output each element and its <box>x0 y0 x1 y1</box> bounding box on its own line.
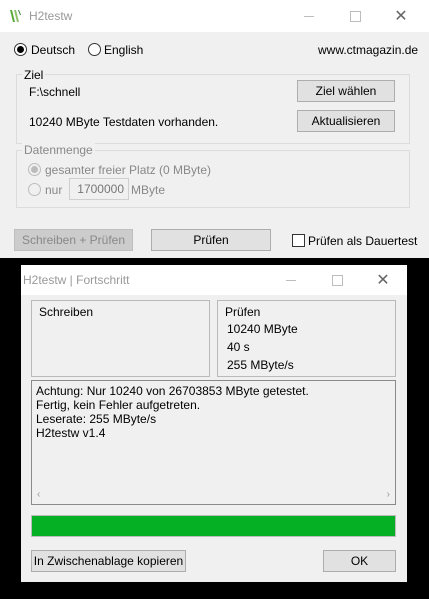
endless-test-checkbox[interactable] <box>292 234 305 247</box>
main-titlebar: H2testw ✕ <box>0 0 429 32</box>
refresh-button[interactable]: Aktualisieren <box>297 110 395 132</box>
write-verify-button[interactable]: Schreiben + Prüfen <box>14 229 133 251</box>
log-line: Fertig, kein Fehler aufgetreten. <box>36 398 201 412</box>
radio-english-label[interactable]: English <box>104 43 143 57</box>
website-label: www.ctmagazin.de <box>318 43 419 57</box>
radio-deutsch-label[interactable]: Deutsch <box>31 43 75 57</box>
main-window-title: H2testw <box>29 9 73 23</box>
minimize-button[interactable] <box>286 0 332 32</box>
progress-maximize-button[interactable] <box>314 265 360 295</box>
verify-time: 40 s <box>227 340 250 354</box>
progress-window: H2testw | Fortschritt ✕ Schreiben Prüfen… <box>21 265 407 582</box>
scroll-right-icon[interactable]: › <box>387 489 390 500</box>
radio-only-label[interactable]: nur <box>45 183 62 197</box>
data-amount-group-label: Datenmenge <box>22 143 95 157</box>
verify-button[interactable]: Prüfen <box>151 229 271 251</box>
amount-unit-label: MByte <box>131 183 166 197</box>
maximize-button[interactable] <box>332 0 378 32</box>
result-log[interactable]: Achtung: Nur 10240 von 26703853 MByte ge… <box>31 380 396 505</box>
radio-only[interactable] <box>28 183 41 196</box>
progress-window-title: H2testw | Fortschritt <box>23 273 130 287</box>
target-status: 10240 MByte Testdaten vorhanden. <box>29 115 219 129</box>
radio-all-free-space-label[interactable]: gesamter freier Platz (0 MByte) <box>45 163 211 177</box>
close-button[interactable]: ✕ <box>378 0 424 32</box>
verify-size: 10240 MByte <box>227 322 298 336</box>
radio-deutsch[interactable] <box>14 43 27 56</box>
log-line: Leserate: 255 MByte/s <box>36 412 157 426</box>
log-horizontal-scrollbar[interactable]: ‹ › <box>33 487 394 503</box>
write-panel: Schreiben <box>31 300 210 377</box>
scroll-left-icon[interactable]: ‹ <box>37 489 40 500</box>
write-panel-label: Schreiben <box>39 305 94 319</box>
amount-input[interactable]: 1700000 <box>69 178 129 200</box>
copy-to-clipboard-button[interactable]: In Zwischenablage kopieren <box>31 550 186 572</box>
verify-speed: 255 MByte/s <box>227 358 294 372</box>
ok-button[interactable]: OK <box>323 550 396 572</box>
log-line: Achtung: Nur 10240 von 26703853 MByte ge… <box>36 384 309 398</box>
progress-close-button[interactable]: ✕ <box>360 265 406 295</box>
log-line: H2testw v1.4 <box>36 426 106 440</box>
progress-titlebar: H2testw | Fortschritt ✕ <box>21 265 407 295</box>
verify-panel: Prüfen 10240 MByte 40 s 255 MByte/s <box>217 300 396 377</box>
verify-panel-label: Prüfen <box>225 305 261 319</box>
progress-bar-fill <box>32 516 395 536</box>
target-path: F:\schnell <box>29 85 81 99</box>
radio-all-free-space[interactable] <box>28 163 41 176</box>
progress-bar <box>31 515 396 537</box>
endless-test-label[interactable]: Prüfen als Dauertest <box>308 234 417 248</box>
select-target-button[interactable]: Ziel wählen <box>297 80 395 102</box>
main-window: H2testw ✕ Deutsch English www.ctmagazin.… <box>0 0 429 258</box>
radio-english[interactable] <box>88 43 101 56</box>
target-group-label: Ziel <box>22 68 46 82</box>
app-logo-icon <box>9 9 21 23</box>
progress-minimize-button[interactable] <box>268 265 314 295</box>
